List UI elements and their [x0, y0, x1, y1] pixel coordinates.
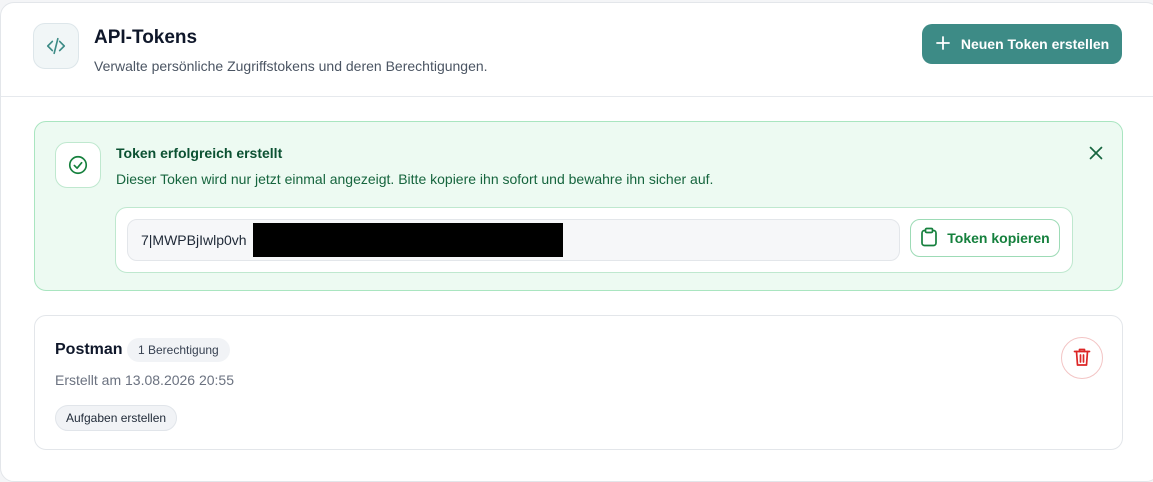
- page-header: API-Tokens Verwalte persönliche Zugriffs…: [1, 3, 1153, 97]
- clipboard-icon: [920, 227, 938, 250]
- delete-token-button[interactable]: [1061, 337, 1103, 379]
- token-name: Postman: [55, 341, 123, 358]
- permission-count-badge: 1 Berechtigung: [127, 338, 230, 362]
- token-created-alert: Token erfolgreich erstellt Dieser Token …: [34, 121, 1123, 291]
- api-tokens-panel: API-Tokens Verwalte persönliche Zugriffs…: [0, 2, 1153, 482]
- plus-icon: [935, 35, 951, 54]
- token-redaction: [253, 223, 563, 257]
- token-value: 7|MWPBjIwlp0vh: [141, 232, 247, 248]
- token-value-field[interactable]: 7|MWPBjIwlp0vh: [127, 219, 900, 261]
- copy-token-button[interactable]: Token kopieren: [910, 219, 1060, 257]
- scope-chip: Aufgaben erstellen: [55, 405, 178, 431]
- new-token-label: Neuen Token erstellen: [960, 36, 1110, 52]
- token-created-date: Erstellt am 13.08.2026 20:55: [55, 372, 235, 388]
- trash-icon: [1073, 347, 1091, 370]
- code-icon: [33, 23, 79, 69]
- copy-token-label: Token kopieren: [947, 230, 1050, 246]
- alert-message: Dieser Token wird nur jetzt einmal angez…: [116, 171, 714, 187]
- token-card: Postman 1 Berechtigung Erstellt am 13.08…: [34, 315, 1123, 450]
- page-title: API-Tokens: [94, 27, 198, 48]
- alert-title: Token erfolgreich erstellt: [116, 145, 283, 161]
- check-circle-icon: [55, 142, 101, 188]
- page-subtitle: Verwalte persönliche Zugriffstokens und …: [94, 58, 488, 74]
- close-icon[interactable]: [1085, 142, 1107, 164]
- token-display: 7|MWPBjIwlp0vh Token kopieren: [115, 207, 1073, 273]
- new-token-button[interactable]: Neuen Token erstellen: [922, 24, 1122, 64]
